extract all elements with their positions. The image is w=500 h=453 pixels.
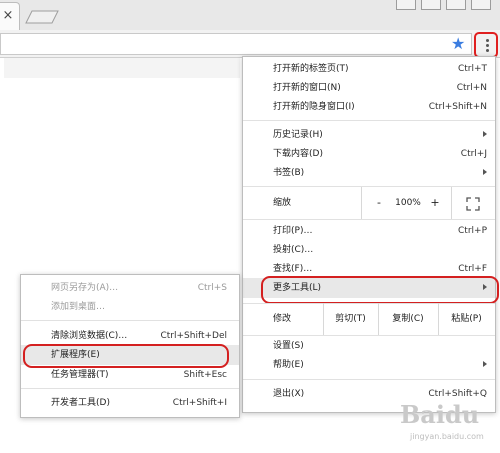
menu-item-settings[interactable]: 设置(S) bbox=[243, 337, 495, 355]
menu-item-label: 书签(B) bbox=[273, 168, 305, 178]
menu-item-downloads[interactable]: 下载内容(D) Ctrl+J bbox=[243, 145, 495, 163]
submenu-arrow-icon bbox=[483, 169, 487, 175]
menu-item-label: 投射(C)… bbox=[273, 245, 314, 255]
page-header-strip bbox=[4, 58, 240, 78]
menu-separator bbox=[243, 335, 495, 336]
submenu-item-task-manager[interactable]: 任务管理器(T) Shift+Esc bbox=[21, 366, 239, 384]
menu-separator bbox=[243, 219, 495, 220]
copy-button[interactable]: 复制(C) bbox=[378, 303, 438, 335]
menu-separator bbox=[21, 388, 239, 389]
menu-item-label: 开发者工具(D) bbox=[51, 398, 110, 408]
restore-button[interactable] bbox=[446, 0, 466, 10]
menu-item-print[interactable]: 打印(P)… Ctrl+P bbox=[243, 222, 495, 240]
chrome-menu-button[interactable] bbox=[474, 32, 498, 58]
new-tab-button[interactable] bbox=[25, 10, 59, 24]
submenu-item-add-to-desktop[interactable]: 添加到桌面… bbox=[21, 298, 239, 316]
submenu-item-save-page[interactable]: 网页另存为(A)… Ctrl+S bbox=[21, 279, 239, 297]
menu-item-shortcut: Shift+Esc bbox=[183, 370, 227, 380]
menu-item-new-tab[interactable]: 打开新的标签页(T) Ctrl+T bbox=[243, 60, 495, 78]
menu-item-label: 设置(S) bbox=[273, 341, 304, 351]
menu-item-shortcut: Ctrl+P bbox=[458, 226, 487, 236]
menu-item-label: 打开新的隐身窗口(I) bbox=[273, 102, 355, 112]
menu-item-help[interactable]: 帮助(E) bbox=[243, 356, 495, 374]
submenu-item-dev-tools[interactable]: 开发者工具(D) Ctrl+Shift+I bbox=[21, 394, 239, 412]
chrome-main-menu: 打开新的标签页(T) Ctrl+T 打开新的窗口(N) Ctrl+N 打开新的隐… bbox=[242, 56, 499, 413]
menu-separator bbox=[243, 379, 495, 380]
close-tab-icon[interactable]: × bbox=[2, 8, 14, 23]
submenu-arrow-icon bbox=[483, 131, 487, 137]
extensions-highlight bbox=[23, 344, 229, 368]
maximize-button[interactable] bbox=[421, 0, 441, 10]
menu-item-label: 添加到桌面… bbox=[51, 302, 106, 312]
bookmark-star-icon[interactable]: ★ bbox=[451, 35, 465, 53]
address-bar[interactable] bbox=[0, 33, 472, 55]
menu-dot-icon bbox=[486, 49, 489, 52]
paste-button[interactable]: 粘贴(P) bbox=[438, 303, 495, 335]
menu-item-shortcut: Ctrl+Shift+Del bbox=[160, 331, 227, 341]
menu-dot-icon bbox=[486, 44, 489, 47]
cut-button[interactable]: 剪切(T) bbox=[323, 303, 378, 335]
zoom-in-button[interactable]: + bbox=[425, 187, 445, 219]
menu-item-shortcut: Ctrl+T bbox=[457, 64, 487, 74]
menu-item-history[interactable]: 历史记录(H) bbox=[243, 126, 495, 144]
menu-item-bookmarks[interactable]: 书签(B) bbox=[243, 164, 495, 182]
submenu-arrow-icon bbox=[483, 361, 487, 367]
menu-separator bbox=[243, 120, 495, 121]
menu-item-label: 打开新的窗口(N) bbox=[273, 83, 341, 93]
menu-item-shortcut: Ctrl+S bbox=[197, 283, 227, 293]
minimize-button[interactable] bbox=[396, 0, 416, 10]
menu-item-shortcut: Ctrl+N bbox=[456, 83, 487, 93]
menu-item-label: 任务管理器(T) bbox=[51, 370, 109, 380]
zoom-out-button[interactable]: - bbox=[367, 187, 391, 219]
more-tools-highlight bbox=[261, 276, 499, 304]
menu-item-label: 打印(P)… bbox=[273, 226, 313, 236]
menu-item-label: 历史记录(H) bbox=[273, 130, 323, 140]
menu-item-label: 帮助(E) bbox=[273, 360, 304, 370]
close-window-button[interactable] bbox=[471, 0, 491, 10]
menu-item-label: 退出(X) bbox=[273, 389, 305, 399]
more-tools-submenu: 网页另存为(A)… Ctrl+S 添加到桌面… 清除浏览数据(C)… Ctrl+… bbox=[20, 274, 240, 418]
menu-item-new-window[interactable]: 打开新的窗口(N) Ctrl+N bbox=[243, 79, 495, 97]
menu-item-label: 清除浏览数据(C)… bbox=[51, 331, 128, 341]
menu-item-label: 打开新的标签页(T) bbox=[273, 64, 349, 74]
menu-item-shortcut: Ctrl+J bbox=[460, 149, 487, 159]
menu-item-shortcut: Ctrl+Shift+N bbox=[428, 102, 487, 112]
fullscreen-icon[interactable] bbox=[466, 197, 480, 211]
menu-item-shortcut: Ctrl+Shift+I bbox=[172, 398, 227, 408]
baidu-watermark: Baidu bbox=[400, 400, 480, 429]
menu-item-incognito[interactable]: 打开新的隐身窗口(I) Ctrl+Shift+N bbox=[243, 98, 495, 116]
menu-dot-icon bbox=[486, 39, 489, 42]
menu-item-label: 网页另存为(A)… bbox=[51, 283, 119, 293]
submenu-item-clear-data[interactable]: 清除浏览数据(C)… Ctrl+Shift+Del bbox=[21, 327, 239, 345]
menu-item-cast[interactable]: 投射(C)… bbox=[243, 241, 495, 259]
zoom-divider bbox=[361, 187, 362, 219]
menu-separator bbox=[21, 320, 239, 321]
watermark-url: jingyan.baidu.com bbox=[410, 432, 484, 441]
zoom-level: 100% bbox=[395, 198, 421, 208]
menu-item-label: 下载内容(D) bbox=[273, 149, 323, 159]
zoom-label: 缩放 bbox=[273, 198, 292, 208]
edit-label: 修改 bbox=[273, 314, 292, 324]
zoom-divider bbox=[451, 187, 452, 219]
